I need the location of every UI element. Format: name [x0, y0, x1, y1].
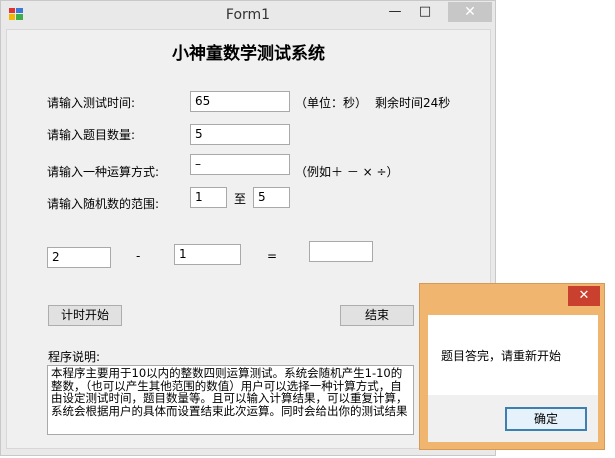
message-dialog: ✕ 题目答完，请重新开始 确定	[419, 283, 605, 450]
title-bar[interactable]: Form1 — □ ✕	[1, 1, 495, 29]
page-title: 小神童数学测试系统	[172, 44, 325, 64]
range-to-input[interactable]: 5	[253, 187, 290, 208]
range-label: 请输入随机数的范围:	[47, 197, 160, 211]
time-label: 请输入测试时间:	[47, 96, 136, 110]
answer-input[interactable]	[309, 241, 373, 262]
count-input[interactable]: 5	[190, 124, 290, 145]
operation-input[interactable]: –	[190, 154, 290, 175]
dialog-close-icon[interactable]: ✕	[568, 286, 600, 306]
operation-label: 请输入一种运算方式:	[47, 165, 160, 179]
operand1-field[interactable]: 2	[47, 247, 111, 268]
start-timer-button[interactable]: 计时开始	[48, 305, 122, 326]
count-label: 请输入题目数量:	[47, 128, 136, 142]
description-textbox[interactable]: 本程序主要用于10以内的整数四则运算测试。系统会随机产生1-10的整数，（也可以…	[47, 365, 414, 435]
dialog-message-area: 题目答完，请重新开始	[428, 315, 598, 395]
minimize-icon[interactable]: —	[381, 2, 409, 22]
range-to-label: 至	[234, 192, 247, 206]
end-button[interactable]: 结束	[340, 305, 414, 326]
equals-label: =	[267, 249, 278, 263]
time-unit-label: （单位：秒）	[295, 96, 368, 110]
range-from-input[interactable]: 1	[190, 187, 227, 208]
operation-example-label: （例如＋ － × ÷）	[295, 165, 399, 179]
remaining-time-label: 剩余时间24秒	[375, 96, 451, 110]
close-icon[interactable]: ✕	[448, 2, 492, 22]
operand2-field[interactable]: 1	[174, 244, 241, 265]
dialog-message: 题目答完，请重新开始	[441, 349, 562, 363]
description-label: 程序说明:	[48, 350, 101, 364]
ok-button[interactable]: 确定	[505, 407, 587, 431]
dialog-body: 题目答完，请重新开始 确定	[428, 315, 598, 442]
maximize-icon[interactable]: □	[411, 2, 439, 22]
operator-label: -	[136, 249, 141, 263]
time-input[interactable]: 65	[190, 91, 290, 112]
